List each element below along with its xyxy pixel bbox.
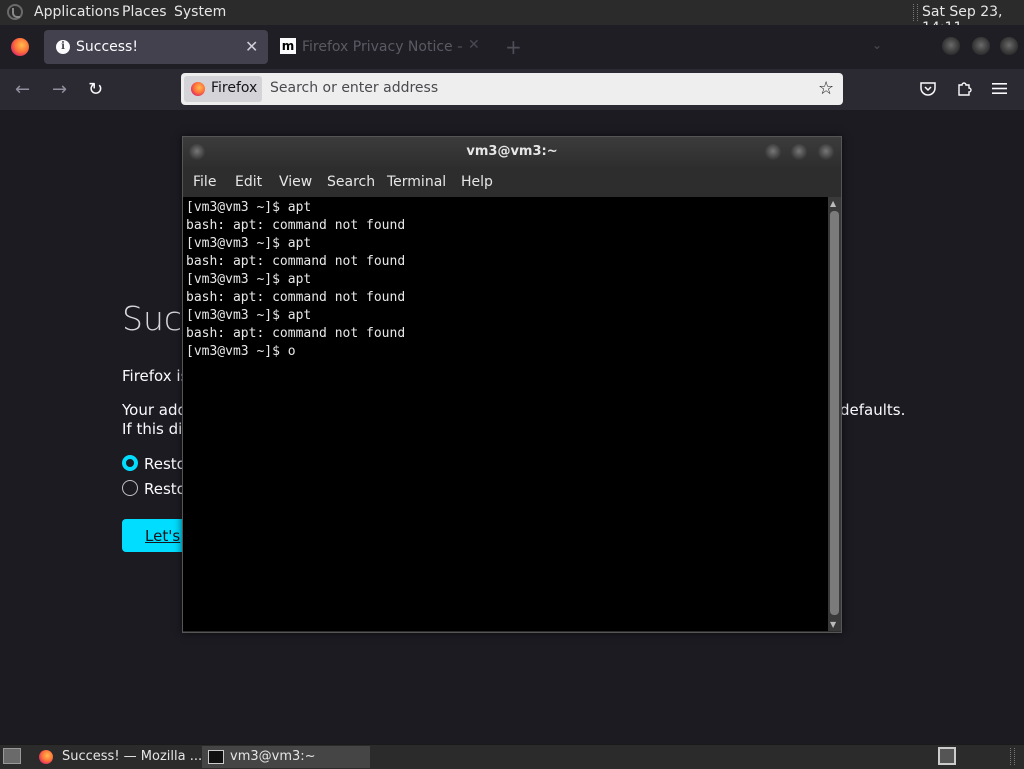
terminal-window[interactable]: vm3@vm3:~ File Edit View Search Terminal…	[182, 136, 842, 633]
url-input[interactable]: Search or enter address	[270, 80, 438, 96]
minimize-icon[interactable]	[765, 144, 781, 160]
tab-close-icon[interactable]: ✕	[468, 37, 480, 53]
bookmark-star-icon[interactable]: ☆	[818, 78, 834, 99]
window-minimize-icon[interactable]	[942, 37, 960, 55]
scroll-up-arrow-icon[interactable]: ▲	[830, 199, 836, 208]
back-arrow-icon[interactable]: ←	[15, 79, 30, 100]
menu-system[interactable]: System	[174, 4, 226, 20]
forward-arrow-icon[interactable]: →	[52, 79, 67, 100]
distro-logo-icon[interactable]	[7, 4, 23, 20]
reload-icon[interactable]: ↻	[88, 79, 103, 100]
mozilla-favicon-icon: m	[280, 38, 296, 54]
restore-option-radio[interactable]	[122, 480, 138, 496]
scrollbar-thumb[interactable]	[830, 211, 839, 615]
terminal-scrollbar[interactable]: ▲ ▼	[828, 197, 841, 631]
new-tab-plus-icon[interactable]: +	[505, 35, 522, 59]
top-panel: Applications Places System Sat Sep 23, 1…	[0, 0, 1024, 36]
workspace-switcher[interactable]	[938, 747, 956, 765]
menu-applications[interactable]: Applications	[34, 4, 120, 20]
menu-places[interactable]: Places	[122, 4, 167, 20]
taskbar-item-terminal[interactable]: vm3@vm3:~	[202, 746, 370, 768]
terminal-title: vm3@vm3:~	[466, 144, 558, 159]
terminal-menubar: File Edit View Search Terminal Help	[183, 167, 841, 197]
tab-privacy-notice[interactable]: m Firefox Privacy Notice — M ✕	[272, 30, 490, 64]
maximize-icon[interactable]	[791, 144, 807, 160]
menu-edit[interactable]: Edit	[235, 174, 262, 190]
tab-success[interactable]: i Success! ✕	[44, 30, 268, 64]
menu-help[interactable]: Help	[461, 174, 493, 190]
extensions-icon[interactable]	[956, 80, 972, 97]
tab-title: Firefox Privacy Notice — M	[302, 39, 462, 55]
menu-view[interactable]: View	[279, 174, 312, 190]
menu-search[interactable]: Search	[327, 174, 375, 190]
panel-separator	[913, 4, 918, 21]
restore-option-radio-selected[interactable]	[122, 455, 138, 471]
scroll-down-arrow-icon[interactable]: ▼	[830, 620, 836, 629]
close-icon[interactable]	[818, 144, 834, 160]
identity-box[interactable]: Firefox	[184, 76, 262, 102]
list-tabs-chevron-icon[interactable]: ⌄	[872, 38, 882, 52]
bottom-panel: Success! — Mozilla ... vm3@vm3:~	[0, 744, 1024, 769]
page-paragraph: Firefox is	[122, 367, 189, 385]
terminal-output: [vm3@vm3 ~]$ apt bash: apt: command not …	[186, 200, 406, 359]
radio-label[interactable]: Resto	[144, 480, 186, 498]
identity-label: Firefox	[211, 80, 258, 96]
taskbar-item-firefox[interactable]: Success! — Mozilla ...	[34, 746, 202, 768]
tab-close-icon[interactable]: ✕	[245, 37, 258, 56]
pocket-icon[interactable]	[920, 81, 936, 96]
button-label: Let's	[145, 527, 181, 545]
hamburger-menu-icon[interactable]	[992, 82, 1007, 95]
firefox-icon	[191, 82, 205, 96]
page-paragraph-end: defaults.	[840, 401, 906, 419]
radio-label[interactable]: Resto	[144, 455, 186, 473]
panel-separator	[1010, 748, 1015, 765]
window-maximize-icon[interactable]	[972, 37, 990, 55]
firefox-icon	[39, 750, 53, 764]
page-paragraph: Your add	[122, 401, 188, 419]
firefox-view-icon[interactable]	[11, 38, 29, 56]
tab-title: Success!	[76, 39, 138, 55]
taskbar-label: Success! — Mozilla ...	[62, 749, 203, 764]
show-desktop-icon[interactable]	[3, 748, 21, 764]
terminal-titlebar[interactable]: vm3@vm3:~	[183, 137, 841, 167]
terminal-icon	[208, 750, 224, 764]
terminal-screen[interactable]: [vm3@vm3 ~]$ apt bash: apt: command not …	[183, 197, 828, 631]
window-close-icon[interactable]	[1000, 37, 1018, 55]
menu-file[interactable]: File	[193, 174, 216, 190]
menu-terminal[interactable]: Terminal	[387, 174, 446, 190]
taskbar-label: vm3@vm3:~	[230, 749, 316, 764]
info-icon: i	[56, 40, 70, 54]
